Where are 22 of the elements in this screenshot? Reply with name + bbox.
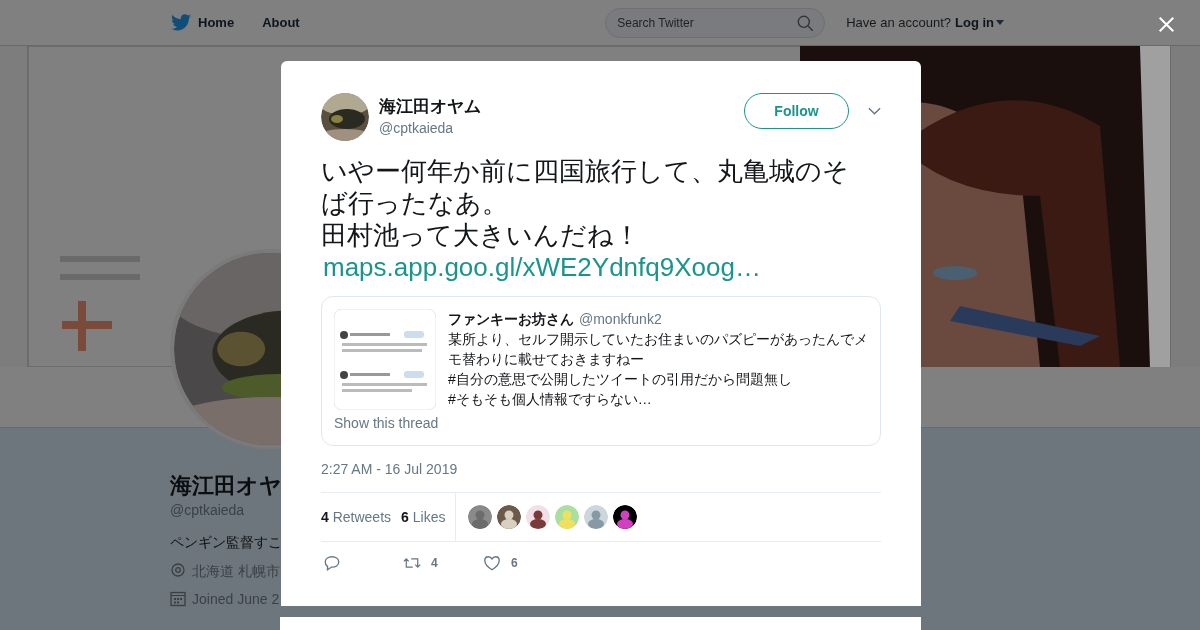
profile-name: 海江田オヤ: [170, 472, 282, 500]
location-icon: [170, 563, 186, 579]
retweet-count[interactable]: 4 Retweets: [321, 509, 392, 525]
nav-link[interactable]: Home: [198, 15, 235, 30]
tweet-timestamp: 2:27 AM - 16 Jul 2019: [321, 460, 459, 478]
calendar-icon: [170, 591, 186, 607]
close-icon[interactable]: [1158, 16, 1175, 33]
search-field[interactable]: Search Twitter: [605, 7, 826, 38]
heart-icon[interactable]: [483, 554, 501, 572]
action-count: 6: [511, 556, 518, 570]
action-count: 4: [431, 556, 438, 570]
search-icon[interactable]: [797, 14, 815, 32]
caret-icon[interactable]: [996, 20, 1004, 25]
like-count[interactable]: 6 Likes: [401, 509, 446, 525]
nav-link[interactable]: About: [262, 15, 300, 30]
quoted-tweet-text: #自分の意思で公開したツイートの引用だから問題無し: [448, 370, 793, 389]
account-prompt: Have an account?: [846, 15, 951, 30]
bird-icon[interactable]: [171, 14, 191, 31]
reply-icon[interactable]: [323, 554, 341, 572]
profile-bio: ペンギン監督すこ: [170, 533, 282, 552]
login-link[interactable]: Log in: [955, 15, 994, 30]
quoted-tweet-text: #そもそも個人情報ですらない…: [448, 390, 653, 409]
